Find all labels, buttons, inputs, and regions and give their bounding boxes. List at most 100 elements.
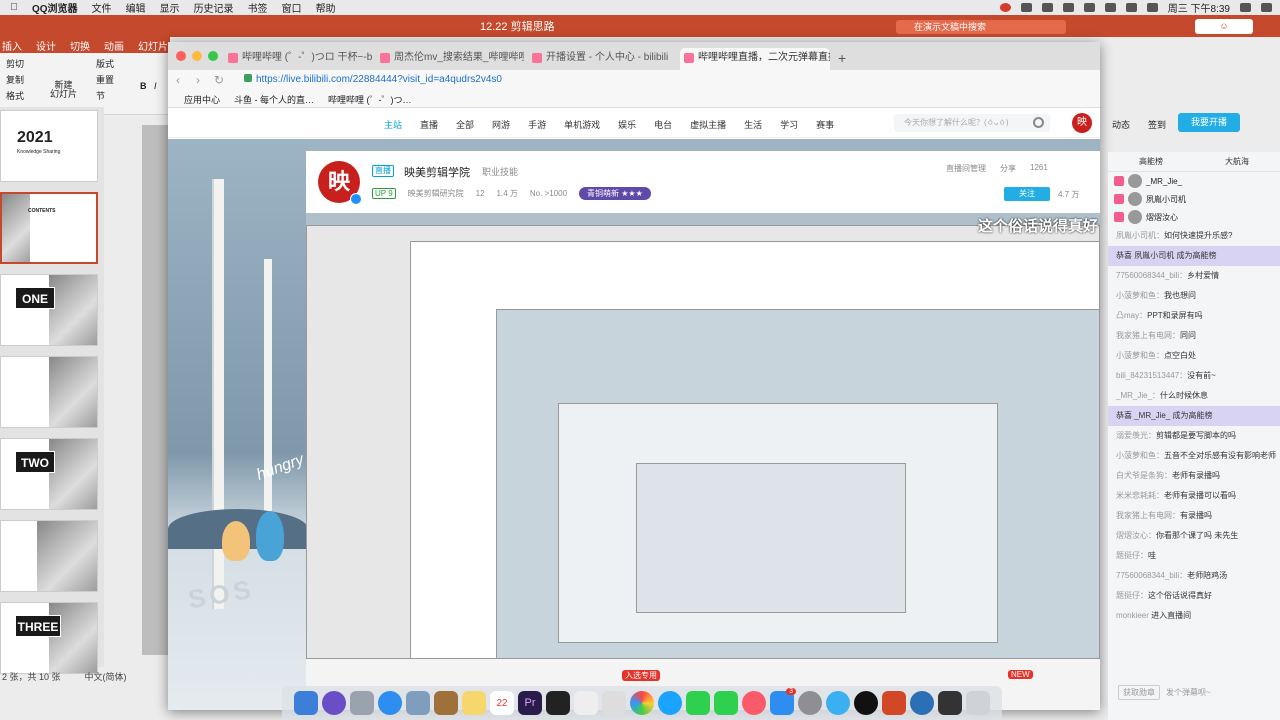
menu-help[interactable]: 帮助	[316, 0, 336, 15]
live-video-player[interactable]: 这个俗话说得真好	[306, 213, 1100, 659]
danmaku-user[interactable]: 我家猪上有电网	[1116, 511, 1172, 520]
bold-button[interactable]: B	[140, 81, 147, 91]
bookmark-item[interactable]: 应用中心	[184, 93, 220, 106]
danmaku-item[interactable]: 小菠萝和鱼：点空白处	[1108, 346, 1280, 366]
danmaku-item[interactable]: 77560068344_bili：老师陪鸡汤	[1108, 566, 1280, 586]
danmaku-user[interactable]: 夙胤小司机	[1116, 231, 1156, 240]
reminders-icon[interactable]	[574, 691, 598, 715]
danmaku-user[interactable]: 我家猪上有电网	[1116, 331, 1172, 340]
slide-thumb-1[interactable]: 2021 Knowledge Sharing	[0, 110, 98, 182]
start-live-button[interactable]: 我要开播	[1178, 113, 1240, 132]
nav-item[interactable]: 赛事	[816, 118, 834, 131]
danmaku-user[interactable]: monkieer	[1116, 611, 1149, 620]
calendar-icon[interactable]: 22	[490, 691, 514, 715]
danmaku-user[interactable]: 白犬爷是条狗	[1116, 471, 1164, 480]
final-cut-icon[interactable]	[546, 691, 570, 715]
bookmark-item[interactable]: 哔哩哔哩 (゜-゜)つ…	[328, 93, 412, 106]
dynamics-link[interactable]: 动态	[1112, 118, 1130, 131]
qq-icon[interactable]	[658, 691, 682, 715]
browser-tab-active[interactable]: 哔哩哔哩直播，二次元弹幕直播 ×	[680, 48, 830, 70]
apple-icon[interactable]: 	[8, 2, 20, 13]
rank-item[interactable]: _MR_Jie_	[1108, 172, 1280, 190]
menu-file[interactable]: 文件	[92, 0, 112, 15]
browser-tab[interactable]: 开播设置 - 个人中心 - bilibili	[528, 48, 676, 70]
forward-icon[interactable]: ›	[196, 73, 200, 87]
slide-thumb-3[interactable]: ONE	[0, 274, 98, 346]
danmaku-user[interactable]: _MR_Jie_	[1116, 391, 1152, 400]
danmaku-item[interactable]: 溺爱羡光：剪辑都是要写脚本的吗	[1108, 426, 1280, 446]
stickies-icon[interactable]	[462, 691, 486, 715]
facetime-icon[interactable]	[686, 691, 710, 715]
nav-home[interactable]: 主站	[384, 118, 402, 131]
rank-item[interactable]: 夙胤小司机	[1108, 190, 1280, 208]
danmaku-item[interactable]: 77560068344_bili：乡村爱情	[1108, 266, 1280, 286]
italic-button[interactable]: I	[154, 81, 157, 91]
danmaku-user[interactable]: 溺爱羡光	[1116, 431, 1148, 440]
nav-item[interactable]: 学习	[780, 118, 798, 131]
url-field[interactable]: https://live.bilibili.com/22884444?visit…	[244, 74, 502, 85]
back-icon[interactable]: ‹	[176, 73, 180, 87]
layout-button[interactable]: 版式	[96, 57, 114, 70]
menu-view[interactable]: 显示	[160, 0, 180, 15]
danmaku-user[interactable]: 小菠萝和鱼	[1116, 291, 1156, 300]
reload-icon[interactable]: ↻	[214, 73, 224, 87]
app-store-icon[interactable]: 3	[770, 688, 796, 715]
room-manage-link[interactable]: 直播间管理	[946, 163, 986, 174]
reset-button[interactable]: 重置	[96, 73, 114, 86]
menu-app[interactable]: QQ浏览器	[32, 0, 78, 15]
user-avatar[interactable]: 映	[1072, 113, 1092, 133]
section-button[interactable]: 节	[96, 89, 105, 102]
app-icon[interactable]	[938, 691, 962, 715]
fan-badge[interactable]: 青铜萌新 ★★★	[579, 187, 651, 200]
follow-button[interactable]: 关注	[1004, 187, 1050, 201]
ppt-search-input[interactable]: 在演示文稿中搜索	[896, 20, 1066, 34]
slide-thumb-4[interactable]	[0, 356, 98, 428]
format-painter-button[interactable]: 格式	[6, 89, 24, 102]
bookmark-item[interactable]: 斗鱼 - 每个人的直…	[234, 93, 314, 106]
maximize-window-button[interactable]	[208, 51, 218, 61]
danmaku-item[interactable]: 小菠萝和鱼：我也想问	[1108, 286, 1280, 306]
room-subcategory[interactable]: 职业技能	[482, 165, 518, 178]
cut-button[interactable]: 剪切	[6, 57, 24, 70]
nav-item[interactable]: 单机游戏	[564, 118, 600, 131]
danmaku-user[interactable]: bili_84231513447	[1116, 371, 1179, 380]
trash-icon[interactable]	[966, 691, 990, 715]
danmaku-user[interactable]: 77560068344_bili	[1116, 571, 1179, 580]
notes-icon[interactable]	[434, 691, 458, 715]
danmaku-item[interactable]: 题挺仔：哇	[1108, 546, 1280, 566]
org-name[interactable]: 映美剪辑研究院	[408, 188, 464, 199]
danmaku-item[interactable]: 小菠萝和鱼：五音不全对乐感有没有影响老师	[1108, 446, 1280, 466]
danmaku-item[interactable]: 熠熠汝心：你看那个课了吗 未先生	[1108, 526, 1280, 546]
nav-item[interactable]: 网游	[492, 118, 510, 131]
bilibili-search-input[interactable]: 今天你想了解什么呢？(ㆁᴗㆁ)	[894, 114, 1050, 132]
minimize-window-button[interactable]	[192, 51, 202, 61]
rank-item[interactable]: 熠熠汝心	[1108, 208, 1280, 226]
rank-value[interactable]: No. >1000	[530, 189, 567, 198]
danmaku-item[interactable]: 我家猪上有电网：有录播吗	[1108, 506, 1280, 526]
nav-item[interactable]: 全部	[456, 118, 474, 131]
launchpad-icon[interactable]	[350, 691, 374, 715]
wifi-icon[interactable]	[1083, 3, 1095, 12]
danmaku-item[interactable]: 白犬爷是条狗：老师有录播吗	[1108, 466, 1280, 486]
obs-icon[interactable]	[854, 691, 878, 715]
nav-item[interactable]: 手游	[528, 118, 546, 131]
danmaku-user[interactable]: 小菠萝和鱼	[1116, 351, 1156, 360]
powerpoint-icon[interactable]	[882, 691, 906, 715]
menu-history[interactable]: 历史记录	[194, 0, 234, 15]
nav-item[interactable]: 直播	[420, 118, 438, 131]
danmaku-item[interactable]: 夙胤小司机：如何快速提升乐感?	[1108, 226, 1280, 246]
nav-item[interactable]: 虚拟主播	[690, 118, 726, 131]
ppt-tab-insert[interactable]: 插入	[2, 38, 22, 53]
ppt-tab-transitions[interactable]: 切换	[70, 38, 90, 53]
share-link[interactable]: 分享	[1000, 163, 1016, 174]
status-icon[interactable]	[1062, 3, 1074, 12]
input-method-icon[interactable]	[1146, 3, 1158, 12]
ppt-tab-design[interactable]: 设计	[36, 38, 56, 53]
danmaku-user[interactable]: 小菠萝和鱼	[1116, 451, 1156, 460]
category-tag[interactable]: 直播	[372, 165, 394, 177]
status-icon[interactable]	[1020, 3, 1032, 12]
menu-window[interactable]: 窗口	[282, 0, 302, 15]
menu-edit[interactable]: 编辑	[126, 0, 146, 15]
slide-thumb-7[interactable]: THREE	[0, 602, 98, 674]
close-tab-icon[interactable]: ×	[820, 48, 826, 68]
